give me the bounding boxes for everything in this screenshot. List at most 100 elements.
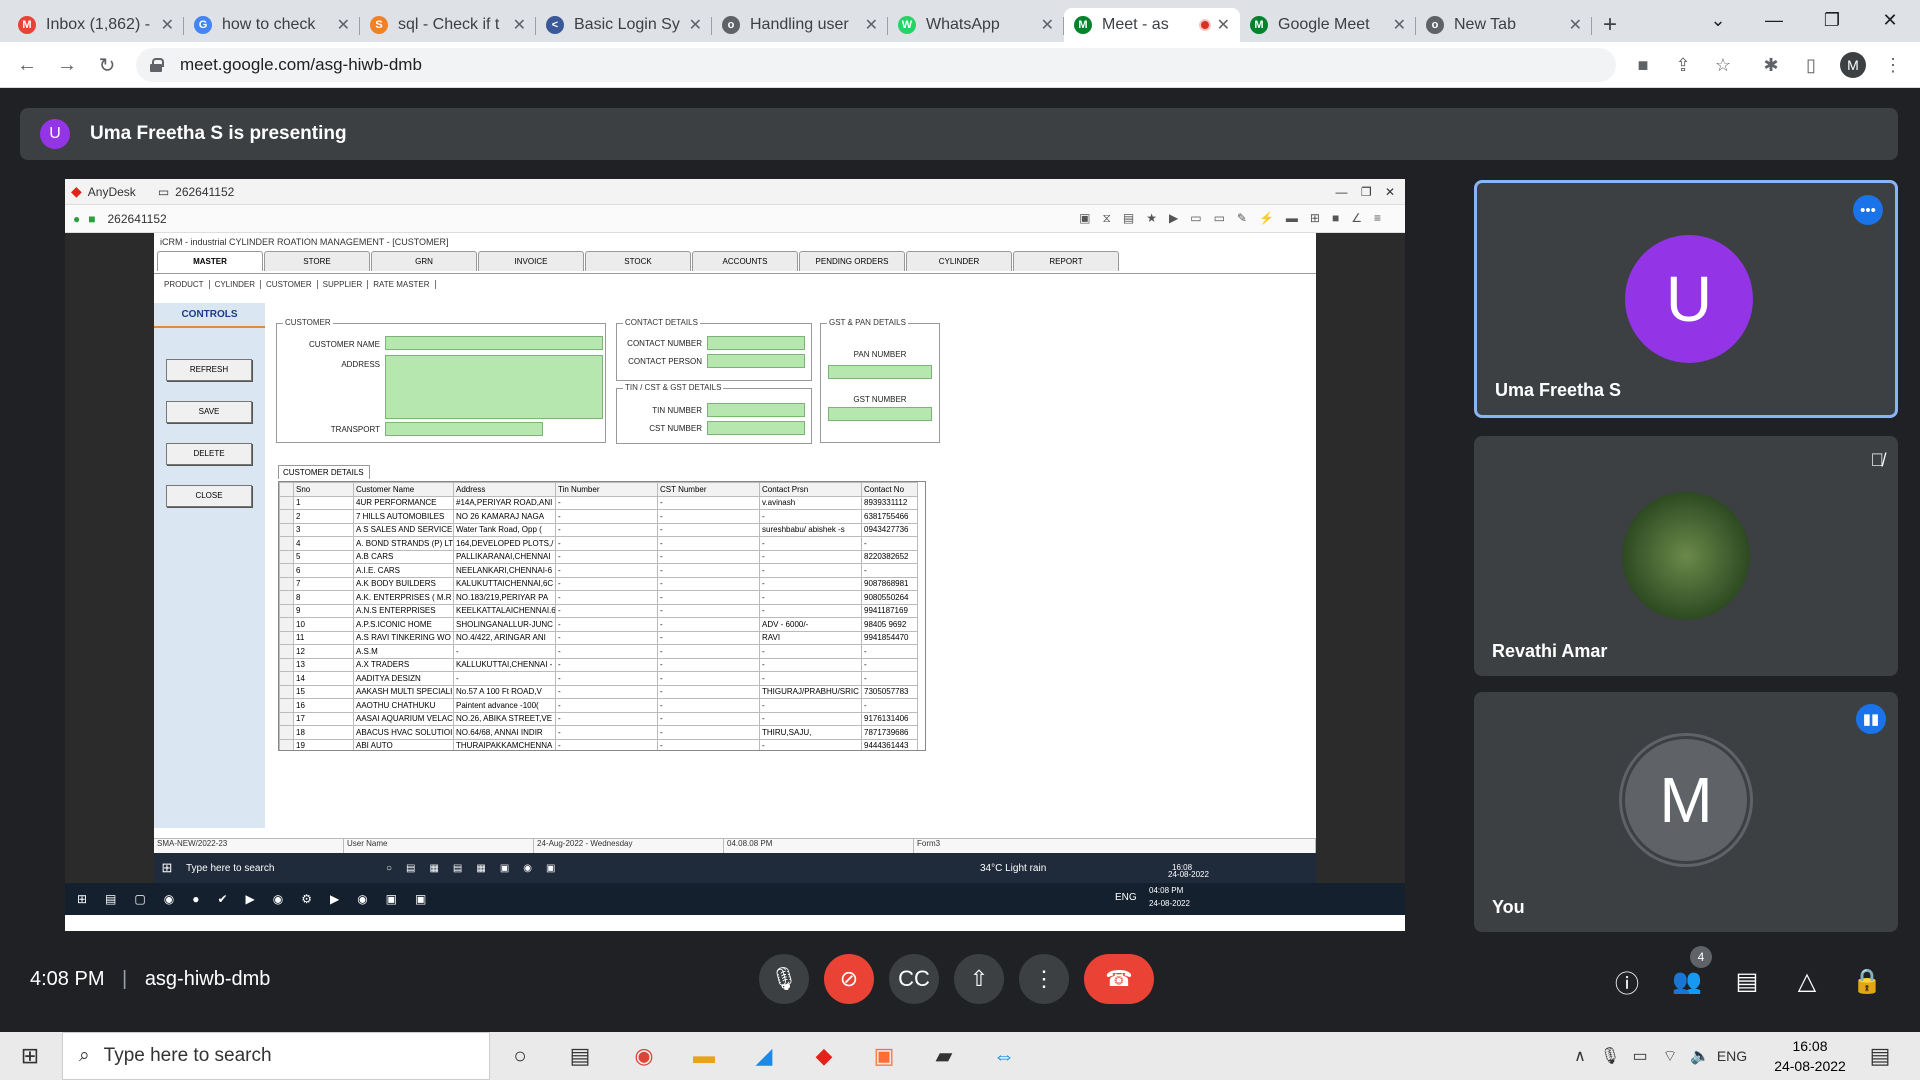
browser-tab[interactable]: M Meet - as ✕: [1064, 8, 1240, 42]
present-button[interactable]: ⇧: [954, 954, 1004, 1004]
anydesk-icon[interactable]: ◆: [804, 1036, 844, 1076]
sub-tab[interactable]: RATE MASTER: [373, 280, 436, 289]
table-row[interactable]: 14 AADITYA DESIZN - - - - -: [279, 671, 918, 686]
column-header[interactable]: Contact Prsn: [759, 482, 862, 497]
more-options-button[interactable]: ⋮: [1019, 954, 1069, 1004]
participant-tile-revathi[interactable]: 🎙̸ Revathi Amar: [1474, 436, 1898, 676]
sub-tab[interactable]: PRODUCT: [164, 280, 210, 289]
table-row[interactable]: 1 4UR PERFORMANCE #14A,PERIYAR ROAD,ANI - - v…: [279, 495, 918, 510]
browser-tab[interactable]: M Google Meet ✕: [1240, 8, 1416, 42]
browser-tab[interactable]: o New Tab ✕: [1416, 8, 1592, 42]
teamviewer-icon[interactable]: ⇔: [984, 1036, 1024, 1076]
host-controls-icon[interactable]: 🔒: [1850, 964, 1884, 998]
customer-details-tab[interactable]: CUSTOMER DETAILS: [278, 465, 370, 479]
table-row[interactable]: 19 ABI AUTO THURAIPAKKAMCHENNA - - -944436144…: [279, 738, 918, 750]
browser-tab[interactable]: Ssql - Check if t ✕: [360, 8, 536, 42]
table-row[interactable]: 13 A.X TRADERS KALLUKUTTAI,CHENNAI -----: [279, 657, 918, 672]
table-row[interactable]: 15 AAKASH MULTI SPECIALI No.57 A 100 Ft RO…: [279, 684, 918, 699]
profile-avatar[interactable]: M: [1840, 52, 1866, 78]
tab-search-icon[interactable]: ⌄: [1692, 0, 1744, 40]
vscode-icon[interactable]: ◢: [744, 1036, 784, 1076]
anydesk-window-controls[interactable]: — ❐ ✕: [1336, 185, 1395, 199]
browser-tab[interactable]: < Basic Login Sy ✕: [536, 8, 712, 42]
table-row[interactable]: 8 A.K. ENTERPRISES ( M.R NO.183/219,PERIYA…: [279, 590, 918, 605]
browser-tab[interactable]: M Inbox (1,862) - ✕: [8, 8, 184, 42]
task-view-icon[interactable]: ▤: [560, 1036, 600, 1076]
more-options-icon[interactable]: •••: [1853, 195, 1883, 225]
cortana-icon[interactable]: ○: [500, 1036, 540, 1076]
mic-button[interactable]: 🎙: [759, 954, 809, 1004]
maximize-button[interactable]: ❐: [1806, 0, 1858, 40]
table-row[interactable]: 3A S SALES AND SERVICES Water Tank Road, …: [279, 522, 918, 537]
remote-app-icons[interactable]: ○▤▦▤▦▣◉▣: [386, 863, 569, 874]
browser-tab[interactable]: o Handling user ✕: [712, 8, 888, 42]
camera-off-button[interactable]: ⊘: [824, 954, 874, 1004]
remote-start-icon[interactable]: ⊞: [154, 860, 180, 876]
table-row[interactable]: 4 A. BOND STRANDS (P) LT 164,DEVELOPED PLO…: [279, 536, 918, 551]
sub-tab[interactable]: SUPPLIER: [323, 280, 369, 289]
postman-icon[interactable]: ▣: [864, 1036, 904, 1076]
forward-icon[interactable]: →: [52, 50, 82, 80]
customer-name-field[interactable]: [385, 336, 603, 350]
close-tab-icon[interactable]: ✕: [337, 15, 350, 35]
contact-person-field[interactable]: [707, 354, 805, 368]
table-row[interactable]: 17 AASAI AQUARIUM VELAC NO.26, ABIKA STREE…: [279, 711, 918, 726]
sub-tab[interactable]: CYLINDER: [215, 280, 262, 289]
url-field[interactable]: meet.google.com/asg-hiwb-dmb: [136, 48, 1616, 82]
close-tab-icon[interactable]: ✕: [1393, 15, 1406, 35]
main-tab[interactable]: STOCK: [585, 251, 691, 271]
extensions-icon[interactable]: ✱: [1758, 52, 1784, 78]
column-header[interactable]: CST Number: [657, 482, 760, 497]
chat-icon[interactable]: ▤: [1730, 964, 1764, 998]
captions-button[interactable]: CC: [889, 954, 939, 1004]
address-field[interactable]: [385, 355, 603, 419]
main-tab[interactable]: ACCOUNTS: [692, 251, 798, 271]
close-button[interactable]: CLOSE: [166, 485, 252, 507]
share-icon[interactable]: ⇪: [1670, 52, 1696, 78]
refresh-button[interactable]: REFRESH: [166, 359, 252, 381]
main-tab[interactable]: MASTER: [157, 251, 263, 271]
browser-tab[interactable]: W WhatsApp ✕: [888, 8, 1064, 42]
delete-button[interactable]: DELETE: [166, 443, 252, 465]
pan-number-field[interactable]: [828, 365, 932, 379]
save-button[interactable]: SAVE: [166, 401, 252, 423]
column-header[interactable]: Customer Name: [353, 482, 454, 497]
taskbar-clock[interactable]: 16:08 24-08-2022: [1770, 1036, 1850, 1076]
contact-number-field[interactable]: [707, 336, 805, 350]
close-tab-icon[interactable]: ✕: [1041, 15, 1054, 35]
taskbar-search[interactable]: ⌕ Type here to search: [62, 1032, 490, 1080]
sticky-notes-icon[interactable]: ▰: [924, 1036, 964, 1076]
close-window-button[interactable]: ✕: [1864, 0, 1916, 40]
table-row[interactable]: 6 A.I.E. CARS NEELANKARI,CHENNAI-6- - - -: [279, 563, 918, 578]
table-row[interactable]: 12 A.S.M - - - - -: [279, 644, 918, 659]
sub-tab[interactable]: CUSTOMER: [266, 280, 318, 289]
chrome-icon[interactable]: ◉: [624, 1036, 664, 1076]
main-tab[interactable]: PENDING ORDERS: [799, 251, 905, 271]
table-row[interactable]: 5 A.B CARS PALLIKARANAI,CHENNAI - - -82203826…: [279, 549, 918, 564]
participant-tile-uma[interactable]: U ••• Uma Freetha S: [1474, 180, 1898, 418]
main-tab[interactable]: GRN: [371, 251, 477, 271]
table-row[interactable]: 27 HILLS AUTOMOBILES NO 26 KAMARAJ NAGA - -…: [279, 509, 918, 524]
main-tab[interactable]: STORE: [264, 251, 370, 271]
language-indicator[interactable]: ENG: [1712, 1036, 1752, 1076]
table-row[interactable]: 10 A.P.S.ICONIC HOME SHOLINGANALLUR-JUNC - -…: [279, 617, 918, 632]
table-row[interactable]: 7 A.K BODY BUILDERS KALUKUTTAICHENNAI,6C - -…: [279, 576, 918, 591]
back-icon[interactable]: ←: [12, 50, 42, 80]
anydesk-tools-icon[interactable]: ▣⧖▤★▶▭▭✎⚡▬⊞■∠≡: [1079, 211, 1393, 226]
activities-icon[interactable]: △: [1790, 964, 1824, 998]
column-header[interactable]: Tin Number: [555, 482, 658, 497]
main-tab[interactable]: REPORT: [1013, 251, 1119, 271]
leave-call-button[interactable]: ☎: [1084, 954, 1154, 1004]
notifications-icon[interactable]: ▤: [1860, 1036, 1900, 1076]
table-row[interactable]: 9 A.N.S ENTERPRISES KEELKATTALAICHENNAI.6-…: [279, 603, 918, 618]
column-header[interactable]: Address: [453, 482, 556, 497]
close-tab-icon[interactable]: ✕: [1217, 15, 1230, 35]
column-header[interactable]: Contact No: [861, 482, 918, 497]
menu-icon[interactable]: ⋮: [1880, 52, 1906, 78]
remote-search-box[interactable]: Type here to search: [180, 863, 370, 874]
tin-number-field[interactable]: [707, 403, 805, 417]
close-tab-icon[interactable]: ✕: [689, 15, 702, 35]
minimize-button[interactable]: —: [1748, 0, 1800, 40]
new-tab-button[interactable]: +: [1592, 8, 1628, 42]
reload-icon[interactable]: ↻: [92, 50, 122, 80]
